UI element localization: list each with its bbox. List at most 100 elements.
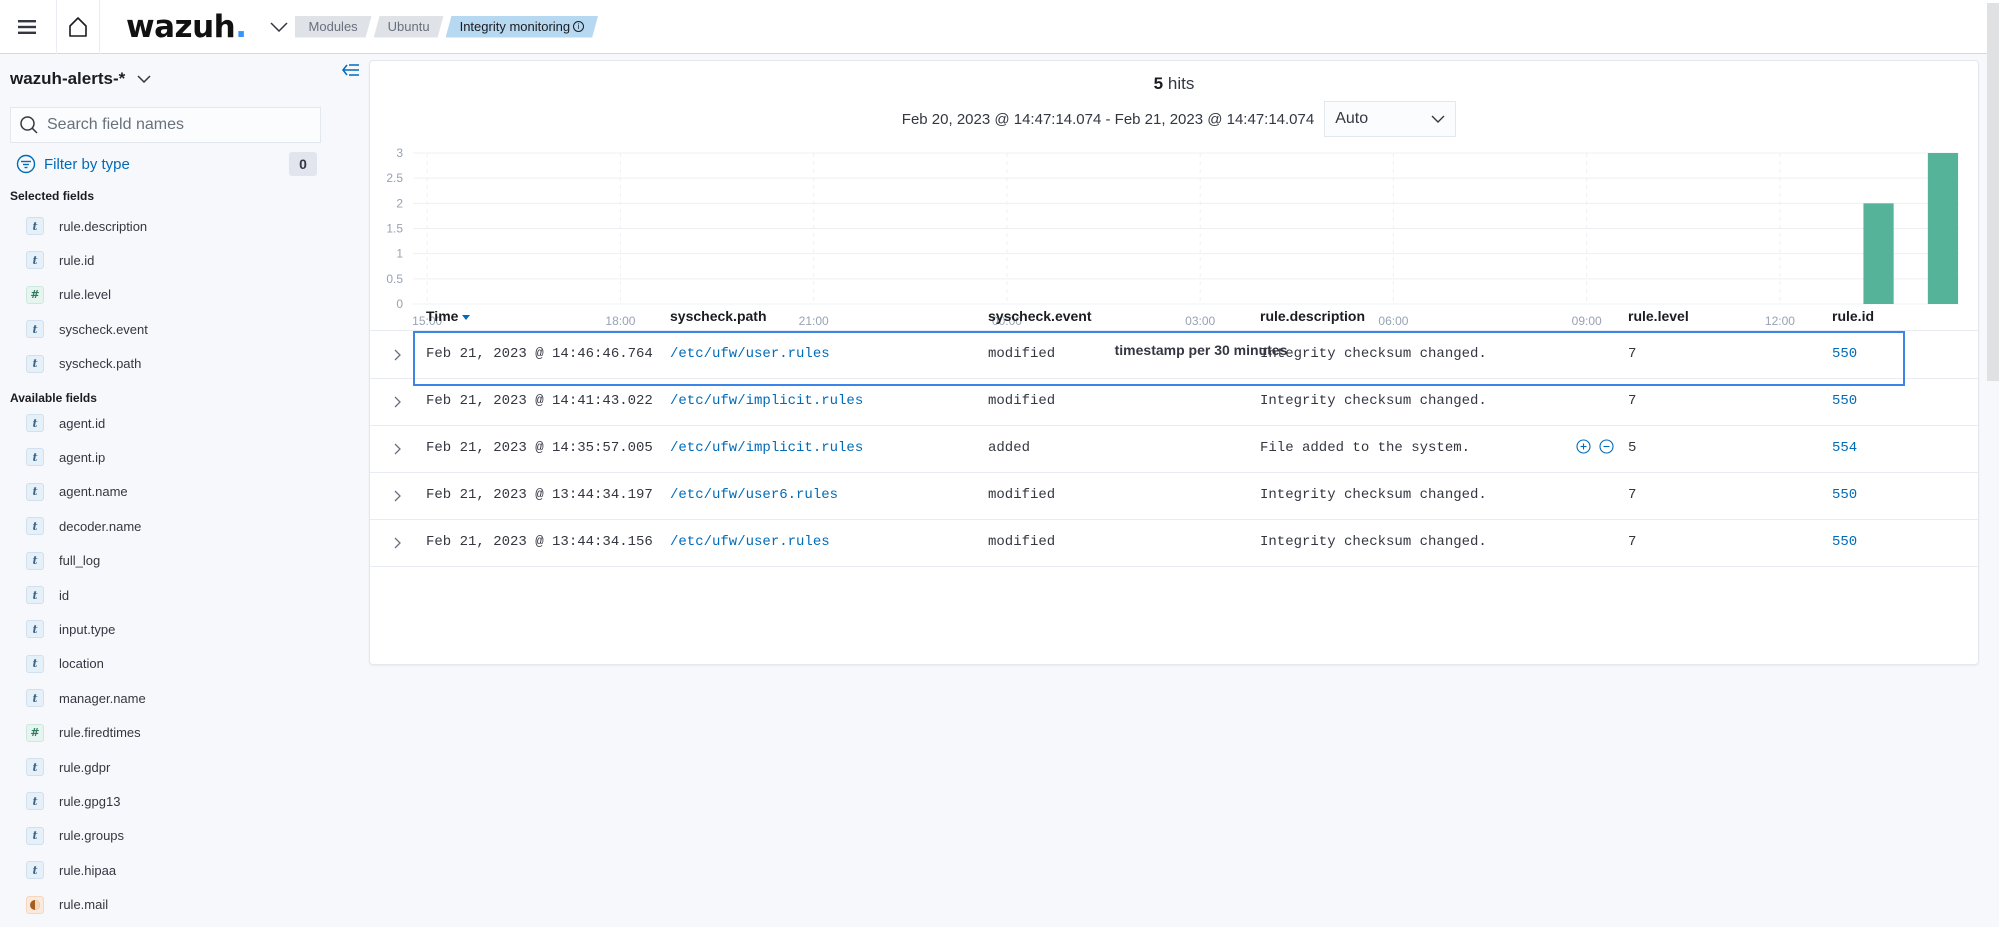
field-item[interactable]: t id	[26, 585, 69, 605]
field-name: rule.hipaa	[59, 862, 117, 878]
field-name: id	[59, 587, 70, 603]
chevron-right-icon	[394, 396, 401, 408]
field-item[interactable]: t rule.description	[26, 216, 147, 236]
expand-row-button[interactable]	[390, 346, 406, 364]
cell-time: Feb 21, 2023 @ 14:46:46.764	[426, 346, 653, 362]
cell-rule-id[interactable]: 550	[1832, 534, 1857, 550]
cell-time: Feb 21, 2023 @ 14:41:43.022	[426, 393, 653, 409]
filter-by-type-button[interactable]: Filter by type	[16, 154, 130, 174]
sort-descending-icon[interactable]	[462, 314, 471, 320]
y-tick-label: 0.5	[386, 272, 403, 286]
cell-rule-level: 5	[1628, 440, 1637, 456]
cell-rule-id[interactable]: 554	[1832, 440, 1857, 456]
cell-rule-description: Integrity checksum changed.	[1260, 393, 1487, 409]
field-item[interactable]: rule.mail	[26, 895, 108, 915]
breadcrumb: Modules Ubuntu Integrity monitoring i	[295, 16, 601, 38]
string-type-icon: t	[26, 758, 44, 776]
breadcrumb-modules[interactable]: Modules	[295, 16, 372, 38]
filter-out-value-icon[interactable]	[1599, 439, 1614, 454]
table-row[interactable]: Feb 21, 2023 @ 14:35:57.005/etc/ufw/impl…	[370, 426, 1978, 473]
field-item[interactable]: # rule.firedtimes	[26, 723, 141, 743]
home-icon	[69, 16, 87, 37]
string-type-icon: t	[26, 251, 44, 270]
field-item[interactable]: t location	[26, 654, 104, 674]
cell-syscheck-path[interactable]: /etc/ufw/user.rules	[670, 346, 830, 362]
string-type-icon: t	[26, 448, 44, 467]
chevron-down-icon	[137, 75, 151, 83]
field-item[interactable]: t manager.name	[26, 688, 146, 708]
cell-rule-id[interactable]: 550	[1832, 393, 1857, 409]
cell-syscheck-path[interactable]: /etc/ufw/user.rules	[670, 534, 830, 550]
field-item[interactable]: t rule.hipaa	[26, 860, 116, 880]
y-tick-label: 3	[396, 146, 403, 160]
table-row[interactable]: Feb 21, 2023 @ 14:46:46.764/etc/ufw/user…	[370, 331, 1978, 386]
cell-syscheck-event: modified	[988, 487, 1056, 503]
breadcrumb-integrity-monitoring[interactable]: Integrity monitoring i	[446, 16, 599, 38]
cell-syscheck-event: modified	[988, 534, 1056, 550]
cell-syscheck-path[interactable]: /etc/ufw/implicit.rules	[670, 440, 863, 456]
expand-row-button[interactable]	[390, 487, 406, 505]
string-type-icon: t	[26, 482, 44, 501]
field-item[interactable]: t full_log	[26, 551, 100, 571]
y-tick-label: 1	[396, 247, 403, 261]
field-item[interactable]: t rule.gdpr	[26, 757, 110, 777]
interval-select[interactable]: Auto	[1324, 101, 1457, 137]
column-header-syscheck-event[interactable]: syscheck.event	[988, 308, 1092, 324]
index-pattern-selector[interactable]: wazuh-alerts-*	[10, 69, 151, 89]
app-switcher-chevron[interactable]	[269, 17, 289, 37]
field-item[interactable]: t rule.gpg13	[26, 791, 120, 811]
cell-syscheck-path[interactable]: /etc/ufw/implicit.rules	[670, 393, 863, 409]
field-item[interactable]: t syscheck.path	[26, 354, 141, 374]
time-range-label: Feb 20, 2023 @ 14:47:14.074 - Feb 21, 20…	[901, 110, 1315, 128]
column-header-rule-id[interactable]: rule.id	[1832, 308, 1874, 324]
column-header-syscheck-path[interactable]: syscheck.path	[670, 308, 767, 324]
field-sidebar: wazuh-alerts-* Filter by type 0 Selected…	[0, 55, 360, 927]
menu-button[interactable]	[0, 0, 56, 54]
field-name: rule.level	[59, 287, 112, 303]
string-type-icon: t	[26, 586, 44, 604]
histogram-bar	[1863, 203, 1894, 304]
expand-row-button[interactable]	[390, 440, 406, 458]
table-row[interactable]: Feb 21, 2023 @ 14:41:43.022/etc/ufw/impl…	[370, 379, 1978, 426]
expand-row-button[interactable]	[390, 393, 406, 411]
column-header-rule-description[interactable]: rule.description	[1260, 308, 1365, 324]
string-type-icon: t	[26, 689, 44, 708]
expand-row-button[interactable]	[390, 534, 406, 552]
home-button[interactable]	[56, 0, 100, 54]
column-header-rule-level[interactable]: rule.level	[1628, 308, 1689, 324]
field-item[interactable]: t decoder.name	[26, 516, 141, 536]
field-item[interactable]: t agent.ip	[26, 447, 105, 467]
cell-rule-description: File added to the system.	[1260, 440, 1471, 456]
cell-rule-description: Integrity checksum changed.	[1260, 487, 1487, 503]
cell-syscheck-event: added	[988, 440, 1031, 456]
string-type-icon: t	[26, 354, 44, 373]
field-item[interactable]: t rule.groups	[26, 826, 124, 846]
wazuh-logo[interactable]: wazuh.	[126, 9, 247, 45]
collapse-sidebar-button[interactable]	[342, 63, 360, 82]
table-header: Time syscheck.path syscheck.event rule.d…	[370, 301, 1978, 331]
field-name: rule.gdpr	[59, 759, 111, 775]
cell-time: Feb 21, 2023 @ 14:35:57.005	[426, 440, 653, 456]
field-item[interactable]: # rule.level	[26, 285, 111, 305]
selected-fields-title: Selected fields	[10, 189, 95, 203]
field-name: rule.groups	[59, 828, 125, 844]
field-item[interactable]: t agent.id	[26, 413, 105, 433]
field-name: full_log	[59, 553, 101, 569]
cell-rule-id[interactable]: 550	[1832, 487, 1857, 503]
field-item[interactable]: t rule.id	[26, 250, 94, 270]
column-header-time[interactable]: Time	[426, 308, 471, 324]
number-type-icon: #	[26, 285, 44, 304]
field-item[interactable]: t syscheck.event	[26, 319, 148, 339]
page-scrollbar[interactable]	[1987, 3, 1999, 381]
cell-syscheck-path[interactable]: /etc/ufw/user6.rules	[670, 487, 838, 503]
table-row[interactable]: Feb 21, 2023 @ 13:44:34.197/etc/ufw/user…	[370, 473, 1978, 520]
time-range-row: Feb 20, 2023 @ 14:47:14.074 - Feb 21, 20…	[370, 101, 1978, 137]
chevron-right-icon	[394, 537, 401, 549]
filter-for-value-icon[interactable]	[1576, 439, 1591, 454]
search-field-names-input[interactable]	[47, 116, 307, 134]
cell-rule-id[interactable]: 550	[1832, 346, 1857, 362]
breadcrumb-ubuntu[interactable]: Ubuntu	[374, 16, 444, 38]
field-item[interactable]: t input.type	[26, 619, 115, 639]
table-row[interactable]: Feb 21, 2023 @ 13:44:34.156/etc/ufw/user…	[370, 520, 1978, 567]
field-item[interactable]: t agent.name	[26, 482, 128, 502]
